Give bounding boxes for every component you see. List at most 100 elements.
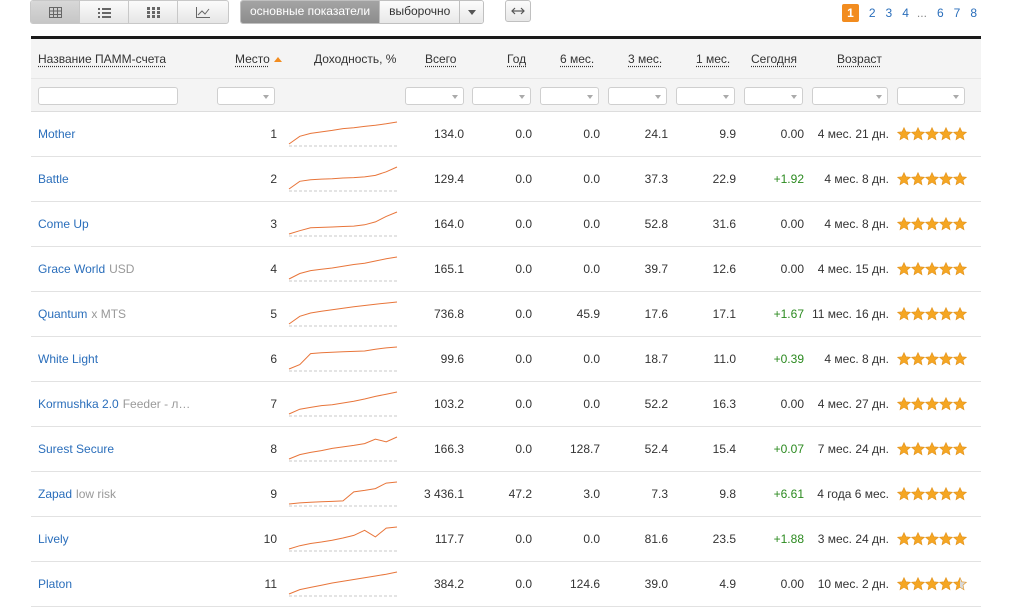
filter-3m-select[interactable] bbox=[608, 87, 667, 105]
year-value: 0.0 bbox=[515, 532, 532, 546]
table-row[interactable]: Come Up 3 164.0 0.0 0.0 52.8 31.6 0.00 4 мес. 8 … bbox=[31, 202, 981, 247]
star-icon bbox=[911, 487, 925, 501]
col-header-today[interactable]: Сегодня bbox=[751, 52, 797, 66]
yield-sparkline bbox=[287, 344, 399, 374]
chevron-down-icon bbox=[468, 10, 476, 15]
col-header-age[interactable]: Возраст bbox=[837, 52, 882, 66]
page-link-3[interactable]: 3 bbox=[886, 6, 893, 20]
filter-total-select[interactable] bbox=[405, 87, 464, 105]
account-name-link[interactable]: Kormushka 2.0 bbox=[38, 397, 119, 411]
star-icon bbox=[911, 397, 925, 411]
place-value: 11 bbox=[265, 577, 277, 591]
col-header-yield: Доходность, % bbox=[314, 52, 396, 66]
m6-value: 0.0 bbox=[583, 397, 600, 411]
filter-place-select[interactable] bbox=[217, 87, 275, 105]
table-row[interactable]: Quantum x MTS 5 736.8 0.0 45.9 17.6 17.1 +1.67 11… bbox=[31, 292, 981, 337]
table-row[interactable]: Mother 1 134.0 0.0 0.0 24.1 9.9 0.00 4 мес. 21 д… bbox=[31, 112, 981, 157]
sparkline-series bbox=[289, 347, 397, 369]
account-name-suffix: USD bbox=[109, 262, 134, 276]
year-value: 0.0 bbox=[515, 217, 532, 231]
table-row[interactable]: Lively 10 117.7 0.0 0.0 81.6 23.5 +1.88 3 мес. 2… bbox=[31, 517, 981, 562]
star-icon bbox=[953, 127, 967, 141]
account-name-link[interactable]: Lively bbox=[38, 532, 69, 546]
star-icon bbox=[925, 307, 939, 321]
table-row[interactable]: White Light 6 99.6 0.0 0.0 18.7 11.0 +0.39 4 мес… bbox=[31, 337, 981, 382]
account-name-link[interactable]: Battle bbox=[38, 172, 69, 186]
filter-today-select[interactable] bbox=[744, 87, 803, 105]
year-value: 0.0 bbox=[515, 352, 532, 366]
m1-value: 11.0 bbox=[714, 352, 736, 366]
today-value: +1.88 bbox=[774, 532, 804, 546]
page-link-7[interactable]: 7 bbox=[954, 6, 961, 20]
star-icon bbox=[953, 217, 967, 231]
year-value: 0.0 bbox=[515, 172, 532, 186]
col-header-name[interactable]: Название ПАММ-счета bbox=[38, 52, 166, 66]
filter-year-select[interactable] bbox=[472, 87, 531, 105]
rating-stars bbox=[897, 397, 967, 411]
star-icon bbox=[897, 577, 911, 591]
page-link-4[interactable]: 4 bbox=[902, 6, 909, 20]
table-row[interactable]: Kormushka 2.0 Feeder - л… 7 103.2 0.0 0.0 52.2… bbox=[31, 382, 981, 427]
m1-value: 4.9 bbox=[719, 577, 736, 591]
tab-custom-metrics[interactable]: выборочно bbox=[379, 1, 459, 23]
col-header-1m[interactable]: 1 мес. bbox=[696, 52, 730, 66]
filter-6m-select[interactable] bbox=[540, 87, 599, 105]
view-chart-button[interactable] bbox=[178, 1, 228, 23]
today-value: +1.67 bbox=[774, 307, 804, 321]
star-icon bbox=[925, 397, 939, 411]
sparkline-series bbox=[289, 527, 397, 549]
view-table-button[interactable] bbox=[31, 1, 80, 23]
col-header-6m[interactable]: 6 мес. bbox=[560, 52, 594, 66]
pamm-table: Название ПАММ-счета Место Доходность, % … bbox=[31, 36, 981, 607]
account-name-link[interactable]: Come Up bbox=[38, 217, 89, 231]
total-value: 117.7 bbox=[435, 532, 464, 546]
star-icon bbox=[925, 442, 939, 456]
table-row[interactable]: Battle 2 129.4 0.0 0.0 37.3 22.9 +1.92 4 мес. 8 … bbox=[31, 157, 981, 202]
account-name-link[interactable]: Grace World bbox=[38, 262, 105, 276]
table-row[interactable]: Grace World USD 4 165.1 0.0 0.0 39.7 12.6 0.00 4 … bbox=[31, 247, 981, 292]
expand-width-button[interactable] bbox=[505, 0, 531, 22]
star-icon bbox=[925, 262, 939, 276]
custom-metrics-dropdown[interactable] bbox=[459, 1, 483, 23]
filter-rating-select[interactable] bbox=[897, 87, 965, 105]
col-header-total[interactable]: Всего bbox=[425, 52, 456, 66]
m6-value: 0.0 bbox=[583, 262, 600, 276]
sparkline-series bbox=[289, 392, 397, 414]
age-value: 11 мес. 16 дн. bbox=[812, 307, 889, 321]
page-link-1[interactable]: 1 bbox=[842, 4, 859, 22]
page-link-6[interactable]: 6 bbox=[937, 6, 944, 20]
filter-1m-select[interactable] bbox=[676, 87, 735, 105]
account-name-link[interactable]: Mother bbox=[38, 127, 75, 141]
total-value: 99.6 bbox=[441, 352, 464, 366]
yield-sparkline bbox=[287, 119, 399, 149]
place-value: 3 bbox=[270, 217, 277, 231]
yield-sparkline bbox=[287, 389, 399, 419]
star-icon bbox=[939, 352, 953, 366]
account-name-link[interactable]: Quantum bbox=[38, 307, 87, 321]
star-icon bbox=[953, 397, 967, 411]
table-row[interactable]: Zapad low risk 9 3 436.1 47.2 3.0 7.3 9.8 +6.61 4… bbox=[31, 472, 981, 517]
table-row[interactable]: Platon 11 384.2 0.0 124.6 39.0 4.9 0.00 10 мес. … bbox=[31, 562, 981, 607]
col-header-3m[interactable]: 3 мес. bbox=[628, 52, 662, 66]
account-name-link[interactable]: Platon bbox=[38, 577, 72, 591]
filter-age-select[interactable] bbox=[812, 87, 888, 105]
tab-main-metrics[interactable]: основные показатели bbox=[241, 1, 379, 23]
table-row[interactable]: Surest Secure 8 166.3 0.0 128.7 52.4 15.4 +0.07… bbox=[31, 427, 981, 472]
star-icon bbox=[897, 487, 911, 501]
filter-name-input[interactable] bbox=[38, 87, 178, 105]
star-icon bbox=[911, 217, 925, 231]
total-value: 165.1 bbox=[434, 262, 464, 276]
page-link-2[interactable]: 2 bbox=[869, 6, 876, 20]
account-name-link[interactable]: Zapad bbox=[38, 487, 72, 501]
page-link-8[interactable]: 8 bbox=[970, 6, 977, 20]
m3-value: 52.4 bbox=[645, 442, 668, 456]
year-value: 47.2 bbox=[509, 487, 532, 501]
star-icon bbox=[953, 532, 967, 546]
col-header-place[interactable]: Место bbox=[235, 52, 270, 66]
star-icon bbox=[897, 172, 911, 186]
col-header-year[interactable]: Год bbox=[507, 52, 526, 66]
view-tiles-button[interactable] bbox=[129, 1, 178, 23]
account-name-link[interactable]: Surest Secure bbox=[38, 442, 114, 456]
account-name-link[interactable]: White Light bbox=[38, 352, 98, 366]
view-list-button[interactable] bbox=[80, 1, 129, 23]
